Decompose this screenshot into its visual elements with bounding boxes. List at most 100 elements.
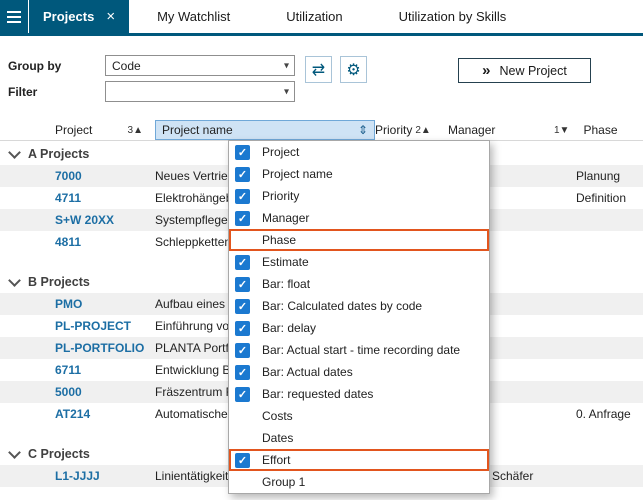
chevron-down-icon[interactable]: [8, 446, 21, 459]
check-icon: ✓: [238, 300, 247, 313]
check-icon: ✓: [238, 322, 247, 335]
chevron-down-icon[interactable]: [8, 274, 21, 287]
phase-cell: [548, 315, 643, 337]
double-chevron-icon: »: [482, 62, 490, 79]
column-menu-item[interactable]: ✓ Bar: Actual start - time recording dat…: [229, 339, 489, 361]
filter-select[interactable]: ▾: [105, 81, 295, 102]
project-code-cell: AT214: [55, 403, 155, 425]
chevron-down-icon[interactable]: [8, 146, 21, 159]
sort-indicator-phase: 1▼: [554, 125, 569, 136]
filter-label: Filter: [8, 85, 37, 99]
app-window: Projects × My Watchlist × Utilization × …: [0, 0, 643, 500]
chevron-down-icon: ▾: [284, 86, 289, 97]
settings-button[interactable]: ⚙: [340, 56, 367, 83]
header-spacer: [0, 120, 55, 140]
checkbox-icon: ✓: [235, 277, 250, 292]
column-menu-item[interactable]: ✓ Phase: [229, 229, 489, 251]
tab[interactable]: My Watchlist ×: [129, 0, 258, 33]
tab[interactable]: Projects ×: [29, 0, 129, 33]
menu-item-label: Bar: requested dates: [262, 387, 373, 401]
column-menu-item[interactable]: ✓ Bar: float: [229, 273, 489, 295]
phase-cell: Definition: [548, 187, 643, 209]
phase-cell: [548, 209, 643, 231]
project-code-link[interactable]: 4711: [55, 191, 81, 205]
checkbox-icon: ✓: [235, 299, 250, 314]
project-code-link[interactable]: 5000: [55, 385, 82, 399]
project-code-cell: 5000: [55, 381, 155, 403]
project-code-link[interactable]: 6711: [55, 363, 81, 377]
close-icon[interactable]: ×: [106, 9, 115, 24]
sort-indicator-project: 3▲: [128, 125, 143, 136]
column-menu-item[interactable]: ✓ Bar: Actual dates: [229, 361, 489, 383]
check-icon: ✓: [238, 190, 247, 203]
check-icon: ✓: [238, 454, 247, 467]
check-icon: ✓: [238, 366, 247, 379]
column-menu-item[interactable]: ✓ Bar: Calculated dates by code: [229, 295, 489, 317]
group-by-select[interactable]: Code ▾: [105, 55, 295, 76]
project-code-link[interactable]: AT214: [55, 407, 90, 421]
group-by-label: Group by: [8, 59, 61, 73]
group-label: B Projects: [28, 271, 90, 293]
column-header-priority[interactable]: Priority 2▲: [375, 120, 430, 140]
menu-item-label: Phase: [262, 233, 296, 247]
project-code-link[interactable]: 4811: [55, 235, 81, 249]
project-code-link[interactable]: S+W 20XX: [55, 213, 114, 227]
tab[interactable]: Utilization ×: [258, 0, 370, 33]
hamburger-menu-button[interactable]: [0, 0, 28, 33]
column-header-phase[interactable]: 1▼ Phase: [548, 120, 643, 140]
hamburger-icon: [7, 11, 21, 23]
column-menu-item[interactable]: ✓ Project: [229, 141, 489, 163]
column-menu-item[interactable]: ✓ Group 1: [229, 471, 489, 493]
checkbox-icon: ✓: [235, 453, 250, 468]
checkbox-icon: ✓: [235, 211, 250, 226]
column-menu-item[interactable]: ✓ Estimate: [229, 251, 489, 273]
project-code-cell: PL-PROJECT: [55, 315, 155, 337]
project-code-link[interactable]: PL-PORTFOLIO: [55, 341, 144, 355]
menu-item-label: Priority: [262, 189, 299, 203]
column-label-phase: Phase: [583, 123, 617, 137]
project-code-cell: 4811: [55, 231, 155, 253]
sort-updown-icon[interactable]: ⇕: [358, 123, 368, 137]
menu-item-label: Costs: [262, 409, 293, 423]
phase-cell: 0. Anfrage: [548, 403, 643, 425]
project-code-link[interactable]: PMO: [55, 297, 82, 311]
phase-cell: Planung: [548, 165, 643, 187]
tab-bar: Projects × My Watchlist × Utilization × …: [0, 0, 643, 36]
column-header-project-name[interactable]: Project name ⇕: [155, 120, 375, 140]
column-menu-item[interactable]: ✓ Manager: [229, 207, 489, 229]
column-header-manager[interactable]: Manager: [430, 120, 548, 140]
checkbox-icon: ✓: [235, 387, 250, 402]
sort-indicator-priority: 2▲: [415, 125, 430, 136]
phase-cell: [548, 231, 643, 253]
column-menu-item[interactable]: ✓ Bar: delay: [229, 317, 489, 339]
table-header: Project 3▲ Project name ⇕ Priority 2▲ Ma…: [0, 120, 643, 141]
group-label: A Projects: [28, 143, 89, 165]
group-by-value: Code: [112, 59, 141, 73]
menu-item-label: Bar: float: [262, 277, 310, 291]
column-menu-item[interactable]: ✓ Effort: [229, 449, 489, 471]
tab-label: Projects: [43, 9, 94, 24]
refresh-layout-button[interactable]: ⇄: [305, 56, 332, 83]
menu-item-label: Bar: Calculated dates by code: [262, 299, 422, 313]
column-label-priority: Priority: [375, 123, 412, 137]
column-menu-item[interactable]: ✓ Priority: [229, 185, 489, 207]
menu-item-label: Bar: Actual dates: [262, 365, 353, 379]
menu-item-label: Bar: Actual start - time recording date: [262, 343, 460, 357]
column-menu-item[interactable]: ✓ Bar: requested dates: [229, 383, 489, 405]
group-label: C Projects: [28, 443, 90, 465]
project-code-link[interactable]: PL-PROJECT: [55, 319, 131, 333]
tab-label: Utilization by Skills: [399, 9, 507, 24]
column-header-project[interactable]: Project 3▲: [55, 120, 155, 140]
column-menu-item[interactable]: ✓ Dates: [229, 427, 489, 449]
tab[interactable]: Utilization by Skills ×: [371, 0, 535, 33]
new-project-label: New Project: [499, 64, 566, 78]
new-project-button[interactable]: » New Project: [458, 58, 591, 83]
column-menu-item[interactable]: ✓ Project name: [229, 163, 489, 185]
check-icon: ✓: [238, 278, 247, 291]
project-code-link[interactable]: 7000: [55, 169, 82, 183]
project-code-link[interactable]: L1-JJJJ: [55, 469, 100, 483]
column-menu-item[interactable]: ✓ Costs: [229, 405, 489, 427]
checkbox-icon: ✓: [235, 145, 250, 160]
project-code-cell: L1-JJJJ: [55, 465, 155, 487]
menu-item-label: Manager: [262, 211, 309, 225]
